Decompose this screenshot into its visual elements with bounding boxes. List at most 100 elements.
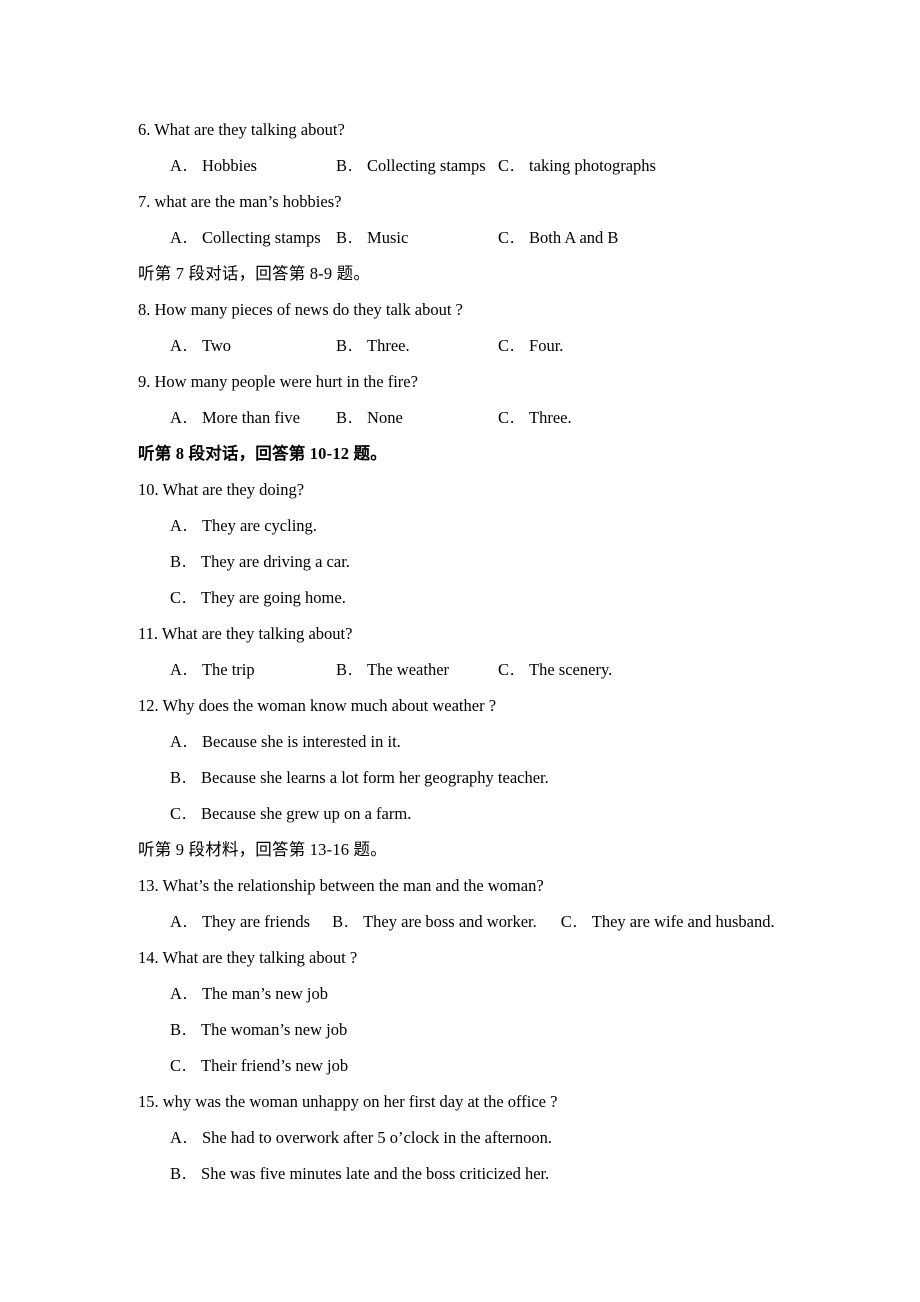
option-text: The trip xyxy=(201,660,255,679)
option-separator: ． xyxy=(509,231,523,246)
exam-page: 6. What are they talking about? A． Hobbies… xyxy=(0,0,920,1302)
option-separator: ． xyxy=(509,411,523,426)
option-a[interactable]: A． She had to overwork after 5 o’clock in… xyxy=(170,1120,552,1157)
option-b[interactable]: B． Three. xyxy=(336,328,410,365)
option-a[interactable]: A． They are cycling. xyxy=(170,508,317,545)
option-c[interactable]: C． Because she grew up on a farm. xyxy=(170,796,411,833)
option-text: Music xyxy=(367,228,409,247)
option-a[interactable]: A． The trip xyxy=(170,652,255,689)
option-label: A． xyxy=(170,228,195,247)
option-label: C． xyxy=(498,408,523,427)
question-stem: 10. What are they doing? xyxy=(138,480,305,499)
option-c[interactable]: C． They are going home. xyxy=(170,580,346,617)
option-separator: ． xyxy=(181,159,195,174)
option-b[interactable]: B． The weather xyxy=(336,652,449,689)
option-c[interactable]: C． Their friend’s new job xyxy=(170,1048,348,1085)
option-text: They are wife and husband. xyxy=(591,912,775,931)
option-separator: ． xyxy=(343,915,357,930)
option-text: Because she is interested in it. xyxy=(201,732,401,751)
option-text: More than five xyxy=(201,408,300,427)
option-text: Because she learns a lot form her geogra… xyxy=(201,768,549,787)
option-b[interactable]: B． Collecting stamps xyxy=(336,148,486,185)
option-row: A． Because she is interested in it. xyxy=(138,724,800,760)
option-label: B． xyxy=(170,552,195,571)
option-label: C． xyxy=(170,804,195,823)
option-label: B． xyxy=(332,912,357,931)
option-a[interactable]: A． Because she is interested in it. xyxy=(170,724,401,761)
option-b[interactable]: B． Music xyxy=(336,220,408,257)
option-a[interactable]: A． Hobbies xyxy=(170,148,257,185)
option-c[interactable]: C． Three. xyxy=(498,400,572,437)
option-label: C． xyxy=(498,156,523,175)
option-row: B． Because she learns a lot form her geog… xyxy=(138,760,800,796)
option-separator: ． xyxy=(181,735,195,750)
option-a[interactable]: A． They are friends xyxy=(170,904,310,941)
option-label: B． xyxy=(336,228,361,247)
option-b[interactable]: B． Because she learns a lot form her geog… xyxy=(170,760,549,797)
option-a[interactable]: A． Two xyxy=(170,328,231,365)
option-c[interactable]: C． taking photographs xyxy=(498,148,656,185)
option-text: Hobbies xyxy=(201,156,257,175)
question-14: 14. What are they talking about ? A． The m… xyxy=(138,940,800,1084)
option-text: They are driving a car. xyxy=(201,552,350,571)
option-text: She was five minutes late and the boss c… xyxy=(201,1164,550,1183)
option-b[interactable]: B． The woman’s new job xyxy=(170,1012,347,1049)
option-c[interactable]: C． They are wife and husband. xyxy=(537,904,775,941)
option-label: A． xyxy=(170,408,195,427)
option-separator: ． xyxy=(181,591,195,606)
option-text: Because she grew up on a farm. xyxy=(201,804,412,823)
option-text: Collecting stamps xyxy=(201,228,321,247)
question-15: 15. why was the woman unhappy on her fir… xyxy=(138,1084,800,1192)
option-text: None xyxy=(367,408,403,427)
option-separator: ． xyxy=(181,807,195,822)
option-separator: ． xyxy=(181,555,195,570)
option-text: Collecting stamps xyxy=(367,156,486,175)
option-label: B． xyxy=(170,1020,195,1039)
option-text: Their friend’s new job xyxy=(201,1056,349,1075)
option-a[interactable]: A． Collecting stamps xyxy=(170,220,321,257)
option-row: C． They are going home. xyxy=(138,580,800,616)
option-label: A． xyxy=(170,732,195,751)
option-separator: ． xyxy=(347,411,361,426)
question-stem: 8. How many pieces of news do they talk … xyxy=(138,300,463,319)
option-separator: ． xyxy=(509,663,523,678)
option-a[interactable]: A． More than five xyxy=(170,400,300,437)
option-label: A． xyxy=(170,984,195,1003)
option-row: C． Their friend’s new job xyxy=(138,1048,800,1084)
option-text: Four. xyxy=(529,336,564,355)
option-label: C． xyxy=(170,588,195,607)
option-text: Three. xyxy=(529,408,572,427)
option-a[interactable]: A． The man’s new job xyxy=(170,976,328,1013)
option-c[interactable]: C． The scenery. xyxy=(498,652,612,689)
option-label: B． xyxy=(336,408,361,427)
option-text: They are boss and worker. xyxy=(363,912,537,931)
option-b[interactable]: B． She was five minutes late and the boss… xyxy=(170,1156,549,1193)
option-b[interactable]: B． They are boss and worker. xyxy=(310,904,537,941)
option-text: They are going home. xyxy=(201,588,346,607)
option-label: A． xyxy=(170,660,195,679)
option-text: She had to overwork after 5 o’clock in t… xyxy=(201,1128,552,1147)
option-label: B． xyxy=(170,768,195,787)
option-text: The weather xyxy=(367,660,450,679)
option-c[interactable]: C． Both A and B xyxy=(498,220,618,257)
option-label: A． xyxy=(170,516,195,535)
option-separator: ． xyxy=(181,1131,195,1146)
option-text: taking photographs xyxy=(529,156,656,175)
option-label: A． xyxy=(170,912,195,931)
option-c[interactable]: C． Four. xyxy=(498,328,563,365)
option-label: A． xyxy=(170,336,195,355)
option-b[interactable]: B． They are driving a car. xyxy=(170,544,350,581)
option-row: A． They are cycling. xyxy=(138,508,800,544)
option-row: A． She had to overwork after 5 o’clock in… xyxy=(138,1120,800,1156)
option-b[interactable]: B． None xyxy=(336,400,403,437)
option-separator: ． xyxy=(181,915,195,930)
option-separator: ． xyxy=(181,411,195,426)
option-text: They are cycling. xyxy=(201,516,317,535)
option-text: The man’s new job xyxy=(201,984,328,1003)
section-directive-9: 听第 9 段材料，回答第 13-16 题。 xyxy=(138,840,387,859)
option-text: Two xyxy=(201,336,232,355)
option-row: A． They are friends B． They are boss and wo… xyxy=(138,904,800,940)
question-6: 6. What are they talking about? A． Hobbies… xyxy=(138,112,800,184)
option-separator: ． xyxy=(181,987,195,1002)
option-separator: ． xyxy=(181,519,195,534)
